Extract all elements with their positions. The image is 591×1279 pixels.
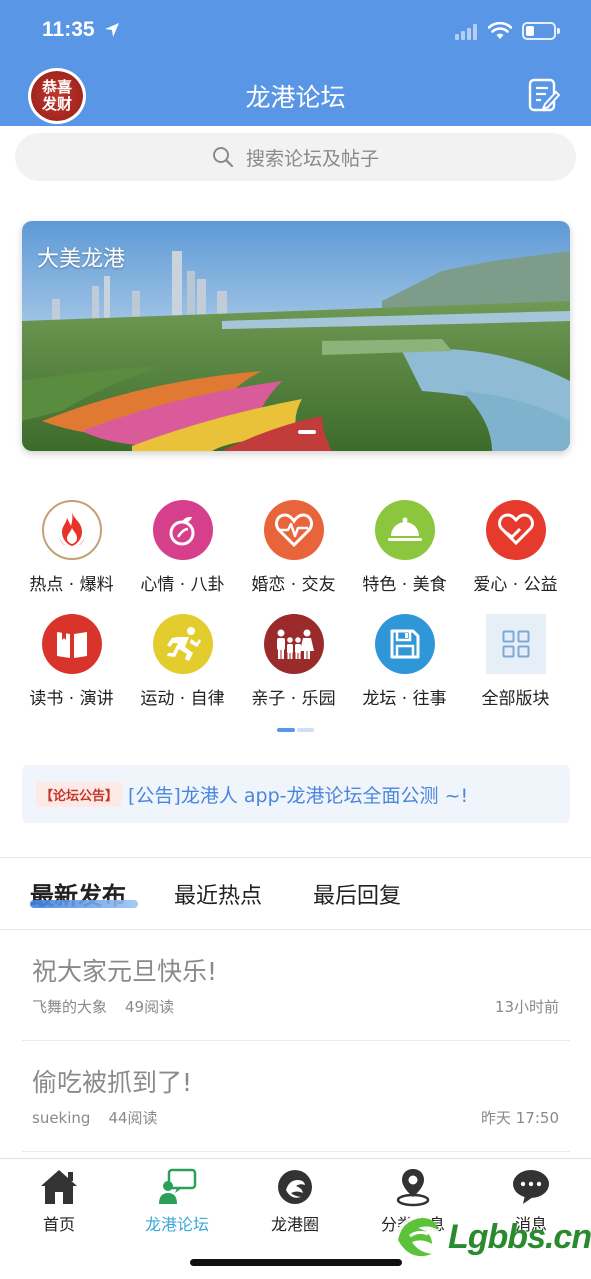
divider — [0, 929, 591, 930]
divider — [0, 857, 591, 858]
post-reads: 44阅读 — [108, 1109, 158, 1127]
forum-chat-icon — [118, 1167, 236, 1207]
category-label: 心情 · 八卦 — [140, 575, 225, 595]
compose-post-icon[interactable] — [528, 78, 560, 112]
category-label: 爱心 · 公益 — [473, 575, 558, 595]
search-input[interactable]: 搜索论坛及帖子 — [15, 133, 576, 181]
dragon-circle-icon — [236, 1167, 354, 1207]
search-placeholder: 搜索论坛及帖子 — [245, 147, 379, 170]
flame-icon — [41, 500, 102, 560]
home-icon — [0, 1167, 118, 1207]
nav-label: 龙港圈 — [270, 1215, 319, 1234]
post-time: 13小时前 — [494, 998, 559, 1016]
post-meta: 飞舞的大象 49阅读 — [32, 996, 174, 1017]
nav-label: 首页 — [42, 1215, 75, 1234]
app-header: 11:35 恭喜 发财 龙港论坛 — [0, 0, 591, 126]
forum-notice[interactable]: 【论坛公告】 [公告]龙港人 app-龙港论坛全面公测 ~! — [22, 765, 570, 823]
nav-label: 龙港论坛 — [144, 1215, 209, 1234]
post-author[interactable]: sueking — [32, 1109, 90, 1127]
nav-circle[interactable]: 龙港圈 — [236, 1167, 354, 1235]
category-label: 全部版块 — [481, 689, 550, 709]
category-page-indicator[interactable] — [277, 728, 314, 732]
banner-page-indicator — [298, 430, 316, 434]
grid-icon — [485, 614, 546, 674]
category-sports[interactable]: 运动 · 自律 — [127, 614, 238, 709]
category-mood-gossip[interactable]: 心情 · 八卦 — [127, 500, 238, 595]
page-dot — [297, 728, 314, 732]
category-charity[interactable]: 爱心 · 公益 — [460, 500, 571, 595]
watermark-text: Lgbbs.cn — [448, 1218, 591, 1256]
location-arrow-icon — [105, 23, 119, 37]
book-icon — [41, 614, 102, 674]
active-tab-indicator — [30, 900, 138, 908]
post-title[interactable]: 祝大家元旦快乐! — [32, 952, 217, 988]
notice-tag: 【论坛公告】 — [36, 781, 123, 807]
category-label: 龙坛 · 往事 — [362, 689, 447, 709]
page-title: 龙港论坛 — [245, 83, 346, 112]
page-dot-active — [277, 728, 295, 732]
runner-icon — [152, 614, 213, 674]
category-dating[interactable]: 婚恋 · 交友 — [238, 500, 349, 595]
hand-heart-icon — [485, 500, 546, 560]
post-title[interactable]: 偷吃被抓到了! — [32, 1063, 192, 1099]
fruit-icon — [152, 500, 213, 560]
tab-last-reply[interactable]: 最后回复 — [313, 878, 401, 910]
family-icon — [263, 614, 324, 674]
nav-forum[interactable]: 龙港论坛 — [118, 1167, 236, 1235]
post-time: 昨天 17:50 — [481, 1109, 559, 1127]
category-label: 热点 · 爆料 — [29, 575, 114, 595]
category-history[interactable]: 龙坛 · 往事 — [349, 614, 460, 709]
post-author[interactable]: 飞舞的大象 — [32, 998, 107, 1016]
save-disk-icon — [374, 614, 435, 674]
category-label: 运动 · 自律 — [140, 689, 225, 709]
post-reads: 49阅读 — [125, 998, 175, 1016]
category-label: 亲子 · 乐园 — [251, 689, 336, 709]
notice-text[interactable]: [公告]龙港人 app-龙港论坛全面公测 ~! — [128, 781, 468, 808]
category-hot-news[interactable]: 热点 · 爆料 — [16, 500, 127, 595]
list-item[interactable]: 偷吃被抓到了! sueking 44阅读 昨天 17:50 — [0, 1051, 591, 1151]
banner-caption: 大美龙港 — [37, 247, 126, 272]
category-family[interactable]: 亲子 · 乐园 — [238, 614, 349, 709]
status-time: 11:35 — [42, 18, 95, 41]
heartbeat-icon — [263, 500, 324, 560]
category-label: 婚恋 · 交友 — [251, 575, 336, 595]
nav-home[interactable]: 首页 — [0, 1167, 118, 1235]
post-tabs: 最新发布 最近热点 最后回复 — [0, 860, 591, 928]
search-icon — [212, 147, 234, 168]
category-reading[interactable]: 读书 · 演讲 — [16, 614, 127, 709]
divider — [22, 1151, 570, 1152]
list-item[interactable]: 祝大家元旦快乐! 飞舞的大象 49阅读 13小时前 — [0, 940, 591, 1040]
banner-carousel[interactable]: 大美龙港 — [22, 221, 570, 451]
divider — [22, 1040, 570, 1041]
tab-hot[interactable]: 最近热点 — [174, 878, 262, 910]
home-indicator[interactable] — [190, 1259, 402, 1266]
category-all-sections[interactable]: 全部版块 — [460, 614, 571, 709]
dish-cover-icon — [374, 500, 435, 560]
wifi-icon — [488, 22, 512, 39]
category-label: 读书 · 演讲 — [29, 689, 114, 709]
category-food[interactable]: 特色 · 美食 — [349, 500, 460, 595]
category-label: 特色 · 美食 — [362, 575, 447, 595]
battery-icon — [522, 22, 560, 40]
post-meta: sueking 44阅读 — [32, 1107, 158, 1128]
cellular-signal-icon — [455, 24, 477, 40]
